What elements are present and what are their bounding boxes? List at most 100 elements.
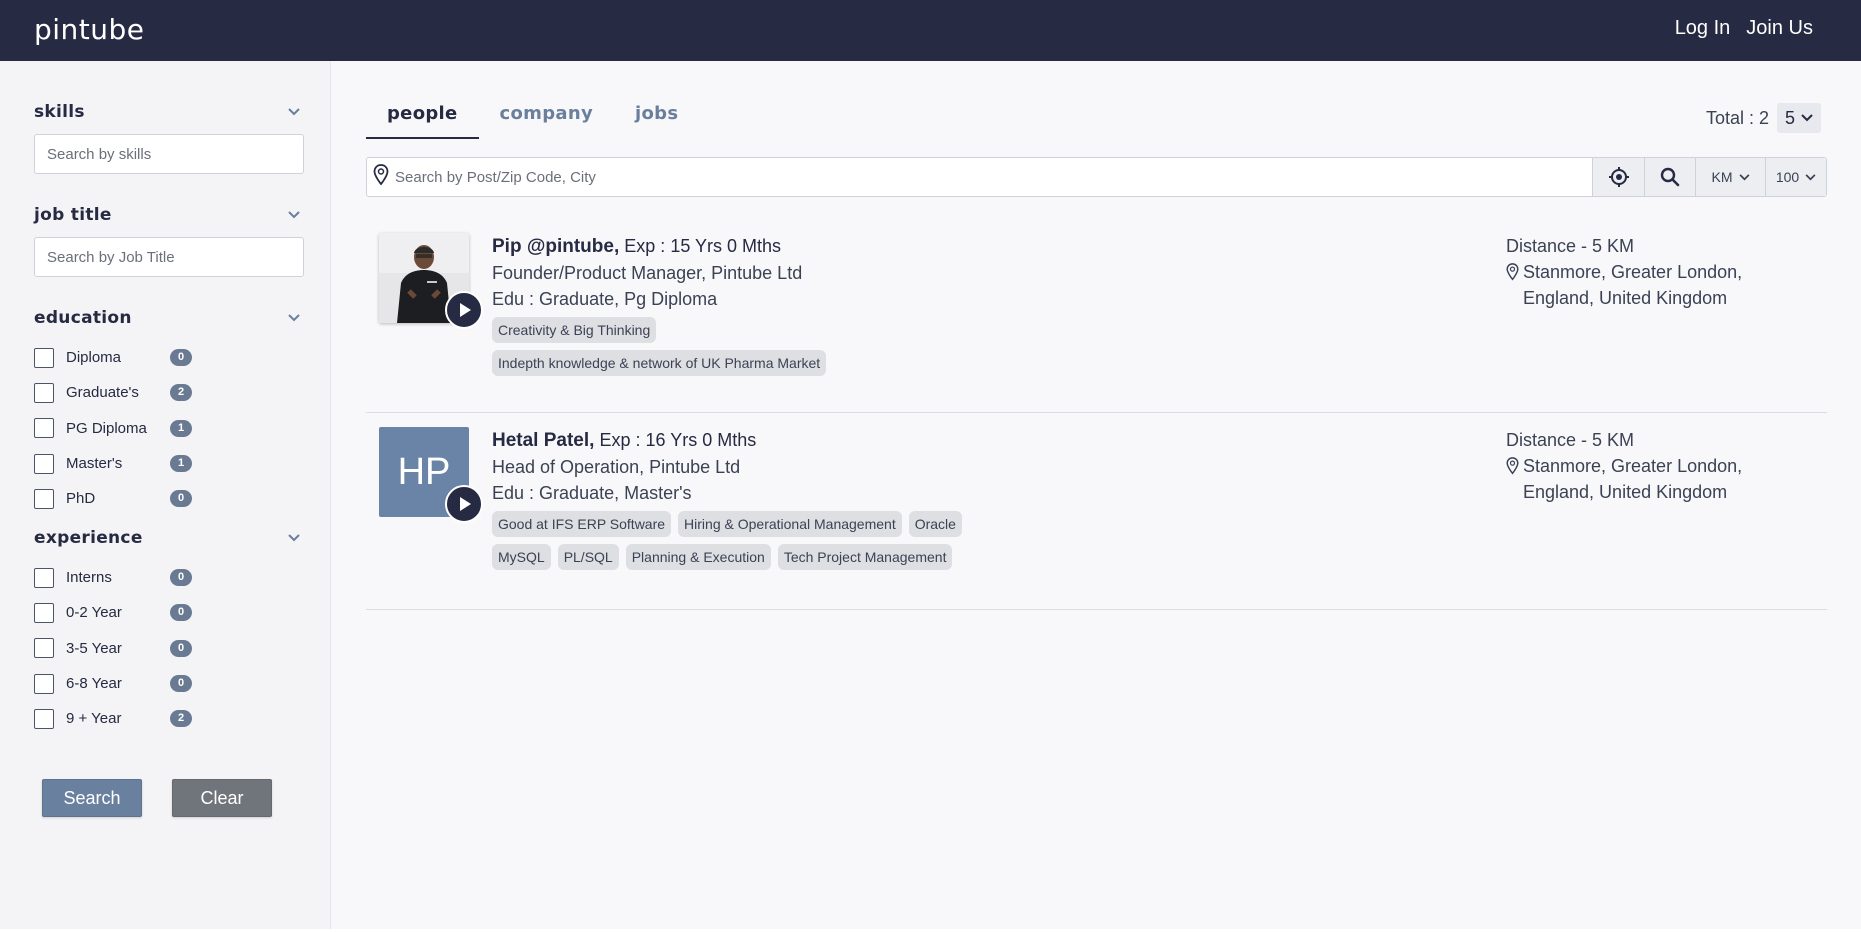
skill-tag: MySQL — [492, 544, 551, 570]
education-checkbox[interactable] — [34, 488, 54, 509]
option-label: 9 + Year — [66, 710, 122, 728]
count-badge: 2 — [170, 384, 192, 402]
address: Stanmore, Greater London, England, Unite… — [1523, 262, 1743, 308]
education-title: education — [34, 308, 132, 328]
person-name[interactable]: Hetal Patel, — [492, 430, 594, 451]
skills-search-input[interactable] — [34, 134, 304, 174]
person-result: HP Hetal Patel, Exp : 16 Yrs 0 Mths Head… — [366, 427, 1827, 610]
count-badge: 1 — [170, 455, 192, 473]
avatar-initials-text: HP — [397, 450, 451, 493]
option-label: Interns — [66, 569, 112, 587]
count-badge: 0 — [170, 639, 192, 657]
play-icon — [460, 303, 471, 317]
experience-value: 16 Yrs 0 Mths — [645, 430, 757, 450]
count-badge: 0 — [170, 569, 192, 587]
tab-company[interactable]: company — [479, 91, 614, 139]
experience-checkbox[interactable] — [34, 602, 54, 623]
total-count: Total : 2 — [1705, 107, 1769, 128]
education-value: Graduate, Master's — [539, 483, 692, 503]
join-link[interactable]: Join Us — [1746, 17, 1813, 40]
distance: Distance - 5 KM — [1506, 236, 1635, 256]
clear-button[interactable]: Clear — [172, 779, 272, 817]
play-video-button[interactable] — [445, 291, 483, 329]
map-pin-icon — [373, 163, 389, 191]
tab-people[interactable]: people — [366, 91, 479, 139]
person-name[interactable]: Pip @pintube, — [492, 236, 619, 257]
skills-section: skills — [34, 100, 304, 174]
page-size-select[interactable]: 5 — [1776, 103, 1821, 133]
skill-tags: Creativity & Big Thinking Indepth knowle… — [492, 317, 852, 376]
skill-tag: Planning & Execution — [625, 544, 771, 570]
count-badge: 0 — [170, 349, 192, 367]
play-icon — [460, 497, 471, 511]
option-label: 0-2 Year — [66, 604, 122, 622]
option-label: 6-8 Year — [66, 675, 122, 693]
exp-label: Exp : — [624, 236, 666, 256]
experience-value: 15 Yrs 0 Mths — [670, 236, 782, 256]
login-link[interactable]: Log In — [1675, 17, 1731, 40]
job-title-title: job title — [34, 205, 112, 225]
top-navbar: pintube Log In Join Us — [0, 0, 1861, 61]
top-nav: Log In Join Us — [1675, 17, 1813, 40]
skill-tag: Oracle — [908, 511, 962, 537]
chevron-down-icon — [1739, 173, 1749, 180]
education-checkbox[interactable] — [34, 418, 54, 439]
experience-checkbox[interactable] — [34, 638, 54, 659]
education-option: Master's 1 — [34, 446, 304, 481]
option-label: Master's — [66, 455, 123, 473]
skill-tag: PL/SQL — [557, 544, 619, 570]
result-tabs: people company jobs — [366, 91, 699, 139]
option-label: Graduate's — [66, 384, 139, 402]
unit-select[interactable]: KM — [1695, 158, 1765, 196]
crosshair-icon — [1608, 167, 1629, 187]
map-pin-icon — [1506, 263, 1519, 281]
education-checkbox[interactable] — [34, 347, 54, 368]
experience-title: experience — [34, 528, 143, 548]
experience-checkbox[interactable] — [34, 673, 54, 694]
count-badge: 0 — [170, 675, 192, 693]
location-search-input[interactable] — [389, 158, 1592, 196]
map-pin-icon — [1506, 457, 1519, 475]
experience-option: 9 + Year 2 — [34, 701, 304, 736]
chevron-down-icon[interactable] — [284, 530, 304, 546]
education-checkbox[interactable] — [34, 453, 54, 474]
chevron-down-icon — [1801, 114, 1813, 122]
play-video-button[interactable] — [445, 485, 483, 523]
count-badge: 2 — [170, 710, 192, 728]
education-option: PG Diploma 1 — [34, 411, 304, 446]
chevron-down-icon[interactable] — [284, 104, 304, 120]
main-content: people company jobs Total : 2 5 KM 100 — [331, 61, 1861, 929]
skill-tag: Hiring & Operational Management — [678, 511, 902, 537]
unit-value: KM — [1711, 169, 1733, 185]
person-result: Pip @pintube, Exp : 15 Yrs 0 Mths Founde… — [366, 233, 1827, 413]
person-title: Head of Operation, Pintube Ltd — [492, 457, 741, 477]
location-search-button[interactable] — [1644, 158, 1695, 196]
radius-select[interactable]: 100 — [1765, 158, 1826, 196]
radius-value: 100 — [1775, 169, 1800, 185]
location-search-bar: KM 100 — [366, 157, 1827, 197]
option-label: Diploma — [66, 349, 122, 367]
option-label: PG Diploma — [66, 419, 147, 437]
count-badge: 0 — [170, 604, 192, 622]
education-value: Graduate, Pg Diploma — [539, 289, 718, 309]
job-title-search-input[interactable] — [34, 237, 304, 277]
chevron-down-icon[interactable] — [284, 207, 304, 223]
experience-checkbox[interactable] — [34, 708, 54, 729]
experience-checkbox[interactable] — [34, 567, 54, 588]
page-size-value: 5 — [1784, 107, 1795, 128]
locate-me-button[interactable] — [1592, 158, 1644, 196]
tab-jobs[interactable]: jobs — [614, 91, 699, 139]
education-section: education Diploma 0 Graduate's 2 PG Diplom… — [34, 306, 304, 516]
search-button[interactable]: Search — [42, 779, 142, 817]
skills-title: skills — [34, 102, 85, 122]
address: Stanmore, Greater London, England, Unite… — [1523, 456, 1743, 502]
option-label: 3-5 Year — [66, 639, 122, 657]
skill-tag: Tech Project Management — [777, 544, 953, 570]
logo[interactable]: pintube — [34, 13, 145, 46]
chevron-down-icon[interactable] — [284, 310, 304, 326]
exp-label: Exp : — [599, 430, 641, 450]
skill-tag: Creativity & Big Thinking — [492, 317, 657, 343]
person-title: Founder/Product Manager, Pintube Ltd — [492, 263, 803, 283]
count-badge: 1 — [170, 419, 192, 437]
education-checkbox[interactable] — [34, 382, 54, 403]
